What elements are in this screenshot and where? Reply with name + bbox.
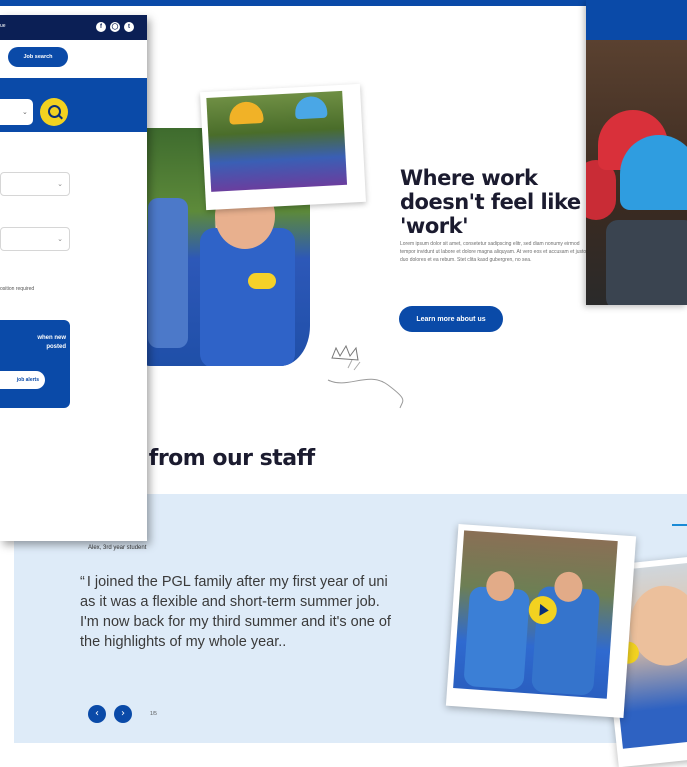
photo-figure xyxy=(463,585,531,690)
search-icon xyxy=(58,114,63,120)
required-note: osition required xyxy=(0,286,35,292)
search-button[interactable] xyxy=(40,98,68,126)
carousel-prev-button[interactable]: ‹ xyxy=(88,705,106,723)
photo-figure xyxy=(148,198,188,348)
right-photo-helmets xyxy=(586,0,687,305)
carousel-next-button[interactable]: › xyxy=(114,705,132,723)
top-brand-bar xyxy=(0,0,687,6)
photo-image xyxy=(206,90,348,192)
chevron-down-icon: ⌄ xyxy=(57,236,63,243)
quote-mark-icon: “ xyxy=(80,574,85,590)
instagram-icon[interactable]: ◯ xyxy=(110,22,120,32)
job-search-panel: ue f ◯ t Job search ⌄ ⌄ ⌄ osition requir… xyxy=(0,15,147,541)
job-alert-text: when new posted xyxy=(37,335,66,350)
quote-text: I joined the PGL family after my first y… xyxy=(80,574,391,650)
hero-heading: Where work doesn't feel like 'work' xyxy=(400,166,581,238)
search-dropdown[interactable] xyxy=(0,99,33,125)
learn-more-button[interactable]: Learn more about us xyxy=(399,306,503,332)
job-alerts-button[interactable]: job alerts xyxy=(0,371,45,389)
photo-logo-patch xyxy=(248,273,276,289)
photo-figure xyxy=(606,220,687,305)
chevron-down-icon: ⌄ xyxy=(22,109,28,116)
filter-select-2[interactable]: ⌄ xyxy=(0,227,70,251)
quote-author: Alex, 3rd year student xyxy=(88,545,147,551)
chevron-down-icon: ⌄ xyxy=(57,181,63,188)
video-thumbnail xyxy=(453,530,618,699)
polaroid-photo-climbing xyxy=(200,83,366,211)
twitter-icon[interactable]: t xyxy=(124,22,134,32)
testimonial-quote: “I joined the PGL family after my first … xyxy=(80,572,400,652)
photo-image xyxy=(586,40,687,305)
helmet-blue xyxy=(294,95,328,120)
facebook-icon[interactable]: f xyxy=(96,22,106,32)
job-search-button[interactable]: Job search xyxy=(8,47,68,67)
crown-doodle-icon xyxy=(327,344,404,409)
slide-counter: 1/5 xyxy=(150,711,157,717)
hero-body-text: Lorem ipsum dolor sit amet, consetetur s… xyxy=(400,241,587,263)
helmet-yellow xyxy=(228,101,264,125)
polaroid-video-main[interactable] xyxy=(445,524,637,718)
filter-select-1[interactable]: ⌄ xyxy=(0,172,70,196)
utility-link[interactable]: ue xyxy=(0,23,6,29)
staff-section-heading: s from our staff xyxy=(129,446,315,471)
accent-line xyxy=(672,524,687,526)
helmet-blue xyxy=(620,135,687,210)
